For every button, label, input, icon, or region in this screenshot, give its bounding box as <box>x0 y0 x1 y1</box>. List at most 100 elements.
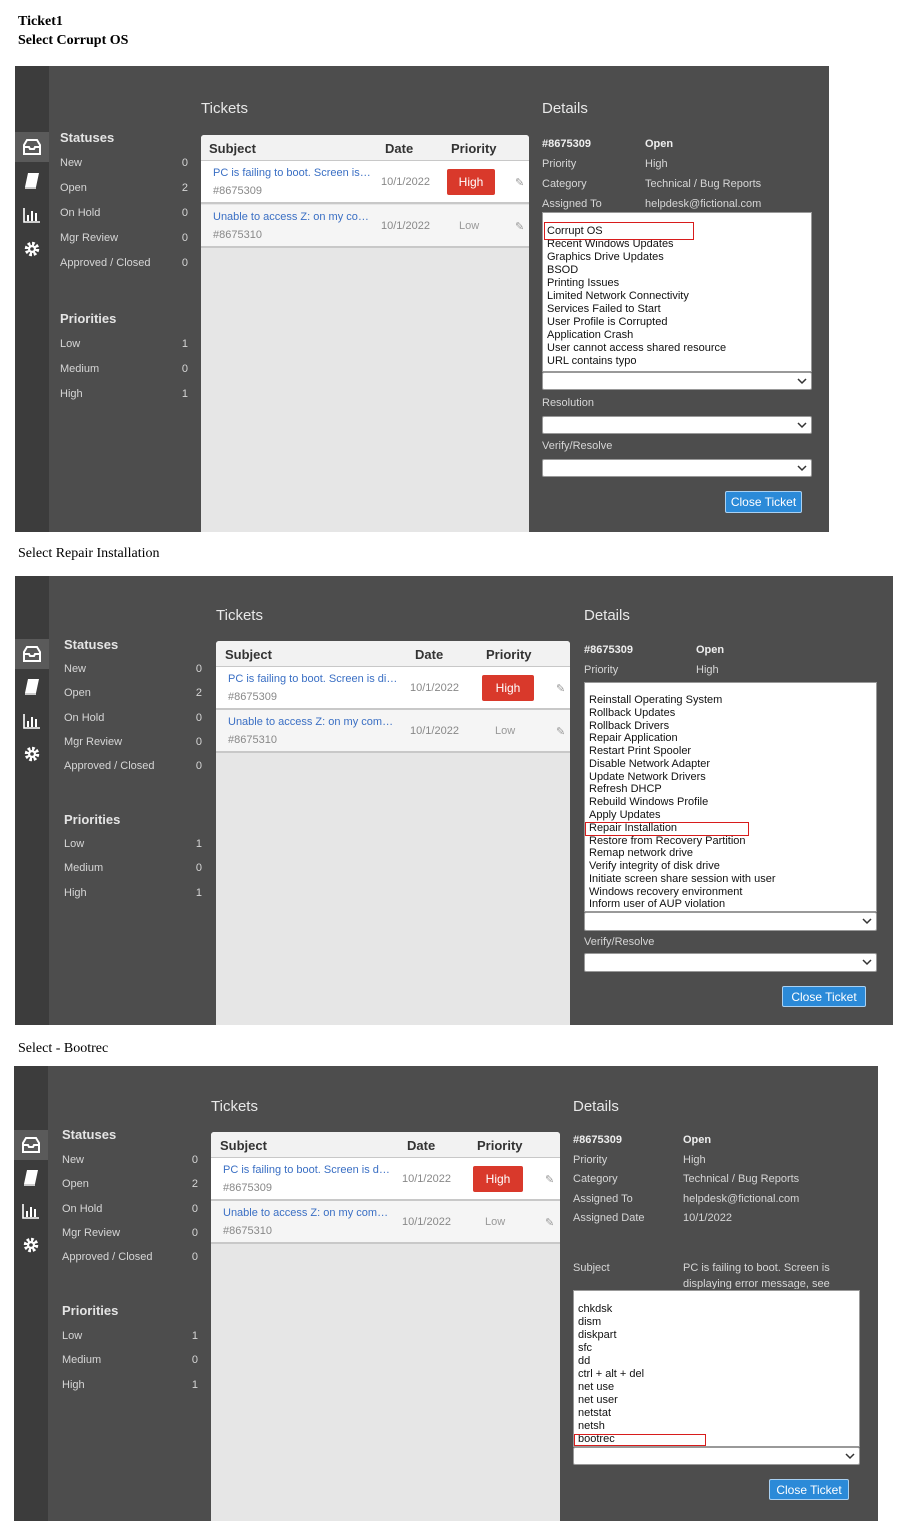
close-ticket-button[interactable]: Close Ticket <box>769 1479 849 1500</box>
list-item[interactable]: Reinstall Operating System <box>589 694 722 707</box>
priority-low[interactable]: Low 1 <box>60 338 188 350</box>
date-column[interactable]: Date <box>407 1138 435 1153</box>
priority-low[interactable]: Low 1 <box>62 1330 198 1342</box>
list-item[interactable]: netstat <box>578 1407 611 1420</box>
status-new[interactable]: New 0 <box>60 157 188 169</box>
ticket-subject-link[interactable]: Unable to access Z: on my computer <box>213 211 371 223</box>
table-row[interactable]: PC is failing to boot. Screen is display… <box>211 1158 560 1201</box>
table-row[interactable]: Unable to access Z: on my computer #8675… <box>216 710 570 753</box>
table-row[interactable]: Unable to access Z: on my computer #8675… <box>201 205 529 248</box>
inbox-icon[interactable] <box>14 1130 48 1160</box>
date-column[interactable]: Date <box>415 647 443 662</box>
list-item[interactable]: URL contains typo <box>547 355 636 368</box>
priority-column[interactable]: Priority <box>477 1138 523 1153</box>
list-item[interactable]: net use <box>578 1381 614 1394</box>
priority-medium[interactable]: Medium 0 <box>64 862 202 874</box>
status-open[interactable]: Open 2 <box>60 182 188 194</box>
priority-high[interactable]: High 1 <box>60 388 188 400</box>
status-approved-closed[interactable]: Approved / Closed 0 <box>64 760 202 772</box>
list-item[interactable]: Verify integrity of disk drive <box>589 860 720 873</box>
list-item[interactable]: Refresh DHCP <box>589 783 662 796</box>
status-approved-closed[interactable]: Approved / Closed 0 <box>60 257 188 269</box>
status-new[interactable]: New 0 <box>62 1154 198 1166</box>
date-column[interactable]: Date <box>385 141 413 156</box>
verify-select[interactable] <box>573 1447 860 1465</box>
bar-chart-icon[interactable] <box>15 200 49 230</box>
table-row[interactable]: PC is failing to boot. Screen is display… <box>201 161 529 204</box>
status-on-hold[interactable]: On Hold 0 <box>62 1203 198 1215</box>
bar-chart-icon[interactable] <box>15 706 49 736</box>
priority-medium[interactable]: Medium 0 <box>60 363 188 375</box>
close-ticket-button[interactable]: Close Ticket <box>782 986 866 1007</box>
list-item[interactable]: User Profile is Corrupted <box>547 316 667 329</box>
book-icon[interactable] <box>15 166 49 196</box>
list-item[interactable]: Restart Print Spooler <box>589 745 691 758</box>
list-item[interactable]: net user <box>578 1394 618 1407</box>
list-item[interactable]: Services Failed to Start <box>547 303 661 316</box>
priority-medium[interactable]: Medium 0 <box>62 1354 198 1366</box>
list-item[interactable]: dism <box>578 1316 601 1329</box>
list-item[interactable]: BSOD <box>547 264 578 277</box>
list-item[interactable]: netsh <box>578 1420 605 1433</box>
list-item[interactable]: sfc <box>578 1342 592 1355</box>
list-item[interactable]: Apply Updates <box>589 809 661 822</box>
table-row[interactable]: Unable to access Z: on my computer #8675… <box>211 1201 560 1244</box>
ticket-subject-link[interactable]: Unable to access Z: on my computer <box>228 716 398 728</box>
verify-select[interactable] <box>542 459 812 477</box>
book-icon[interactable] <box>15 672 49 702</box>
list-item[interactable]: Graphics Drive Updates <box>547 251 664 264</box>
status-open[interactable]: Open 2 <box>62 1178 198 1190</box>
verify-listbox[interactable]: chkdsk dism diskpart sfc dd ctrl + alt +… <box>573 1290 860 1447</box>
list-item[interactable]: chkdsk <box>578 1303 612 1316</box>
list-item[interactable]: Initiate screen share session with user <box>589 873 775 886</box>
gear-icon[interactable] <box>15 739 49 769</box>
close-ticket-button[interactable]: Close Ticket <box>725 491 802 513</box>
priority-low[interactable]: Low 1 <box>64 838 202 850</box>
status-mgr-review[interactable]: Mgr Review 0 <box>64 736 202 748</box>
bar-chart-icon[interactable] <box>14 1196 48 1226</box>
priority-high[interactable]: High 1 <box>62 1379 198 1391</box>
list-item[interactable]: Application Crash <box>547 329 633 342</box>
subject-column[interactable]: Subject <box>209 141 256 156</box>
ticket-subject-link[interactable]: PC is failing to boot. Screen is display… <box>213 167 371 179</box>
status-mgr-review[interactable]: Mgr Review 0 <box>60 232 188 244</box>
issue-select[interactable] <box>542 372 812 390</box>
list-item[interactable]: Repair Application <box>589 732 678 745</box>
inbox-icon[interactable] <box>15 132 49 162</box>
resolution-select[interactable] <box>542 416 812 434</box>
list-item[interactable]: Remap network drive <box>589 847 693 860</box>
status-on-hold[interactable]: On Hold 0 <box>64 712 202 724</box>
gear-icon[interactable] <box>14 1230 48 1260</box>
ticket-subject-link[interactable]: PC is failing to boot. Screen is display… <box>228 673 398 685</box>
issue-listbox[interactable]: Corrupt OS Recent Windows Updates Graphi… <box>542 212 812 372</box>
ticket-subject-link[interactable]: Unable to access Z: on my computer <box>223 1207 391 1219</box>
resolution-select[interactable] <box>584 912 877 931</box>
status-new[interactable]: New 0 <box>64 663 202 675</box>
subject-column[interactable]: Subject <box>220 1138 267 1153</box>
subject-column[interactable]: Subject <box>225 647 272 662</box>
list-item[interactable]: dd <box>578 1355 590 1368</box>
list-item[interactable]: Inform user of AUP violation <box>589 898 725 911</box>
status-approved-closed[interactable]: Approved / Closed 0 <box>62 1251 198 1263</box>
status-mgr-review[interactable]: Mgr Review 0 <box>62 1227 198 1239</box>
table-row[interactable]: PC is failing to boot. Screen is display… <box>216 667 570 710</box>
ticket-subject-link[interactable]: PC is failing to boot. Screen is display… <box>223 1164 391 1176</box>
list-item[interactable]: Disable Network Adapter <box>589 758 710 771</box>
priority-column[interactable]: Priority <box>486 647 532 662</box>
status-on-hold[interactable]: On Hold 0 <box>60 207 188 219</box>
list-item[interactable]: Printing Issues <box>547 277 619 290</box>
list-item[interactable]: Limited Network Connectivity <box>547 290 689 303</box>
list-item[interactable]: ctrl + alt + del <box>578 1368 644 1381</box>
list-item[interactable]: Rebuild Windows Profile <box>589 796 708 809</box>
verify-select[interactable] <box>584 953 877 972</box>
priority-column[interactable]: Priority <box>451 141 497 156</box>
list-item[interactable]: Rollback Updates <box>589 707 675 720</box>
book-icon[interactable] <box>14 1163 48 1193</box>
status-open[interactable]: Open 2 <box>64 687 202 699</box>
priority-high[interactable]: High 1 <box>64 887 202 899</box>
inbox-icon[interactable] <box>15 639 49 669</box>
list-item[interactable]: diskpart <box>578 1329 617 1342</box>
gear-icon[interactable] <box>15 234 49 264</box>
resolution-listbox[interactable]: Reinstall Operating System Rollback Upda… <box>584 682 877 912</box>
list-item[interactable]: User cannot access shared resource <box>547 342 726 355</box>
